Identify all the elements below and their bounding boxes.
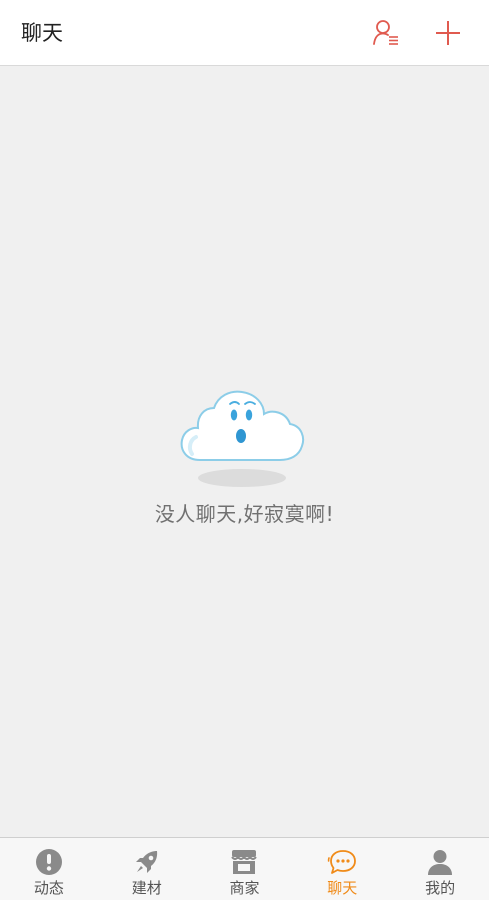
tab-label: 聊天 xyxy=(327,879,358,897)
bottom-tab-bar: 动态 建材 商家 聊天 我的 xyxy=(0,837,489,900)
tab-dynamics[interactable]: 动态 xyxy=(0,838,98,900)
page-title: 聊天 xyxy=(21,21,63,45)
tab-label: 商家 xyxy=(229,879,260,897)
empty-state: 没人聊天,好寂寞啊! xyxy=(0,374,489,544)
contacts-button[interactable] xyxy=(370,17,402,49)
plus-icon xyxy=(436,21,460,45)
store-icon xyxy=(231,850,258,874)
add-button[interactable] xyxy=(432,17,464,49)
person-icon xyxy=(428,850,453,875)
tab-chat[interactable]: 聊天 xyxy=(293,838,391,900)
top-bar: 聊天 xyxy=(0,0,489,66)
tab-label: 我的 xyxy=(425,879,456,897)
chat-bubble-icon xyxy=(328,850,357,874)
tab-mine[interactable]: 我的 xyxy=(391,838,489,900)
cloud-face-icon xyxy=(180,390,305,461)
contacts-list-icon xyxy=(373,20,398,45)
rocket-icon xyxy=(135,851,157,873)
cloud-shadow xyxy=(198,469,286,487)
tab-materials[interactable]: 建材 xyxy=(98,838,196,900)
tab-label: 动态 xyxy=(33,879,64,897)
empty-message: 没人聊天,好寂寞啊! xyxy=(154,502,335,526)
tab-merchants[interactable]: 商家 xyxy=(196,838,294,900)
tab-label: 建材 xyxy=(131,879,162,897)
chat-list-area: 没人聊天,好寂寞啊! xyxy=(0,66,489,837)
exclamation-circle-icon xyxy=(35,849,62,875)
